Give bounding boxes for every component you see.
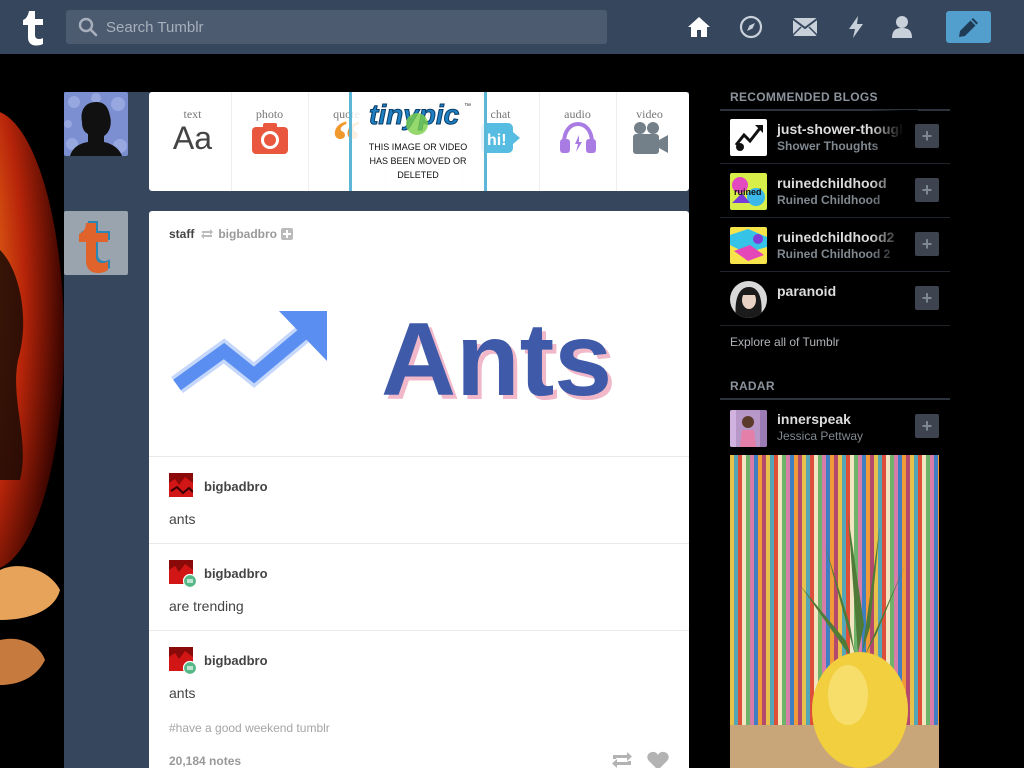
- hero-image-text-shadow: Ants: [381, 303, 612, 413]
- text-post-button[interactable]: text Aa: [154, 92, 231, 191]
- post-header: staff bigbadbro: [169, 227, 294, 241]
- reblog-entry: bigbadbro are trending: [149, 543, 689, 630]
- post-type-bar: text Aa photo quote “ link chat hi! audi…: [149, 92, 689, 191]
- blog-avatar[interactable]: ruined: [730, 173, 767, 210]
- search-icon: [78, 17, 98, 37]
- tumblr-logo-icon[interactable]: [18, 9, 48, 46]
- reblog-body-text: ants: [169, 685, 196, 701]
- like-heart-icon[interactable]: [647, 751, 669, 768]
- staff-avatar[interactable]: [64, 211, 128, 275]
- recommended-blog-row[interactable]: just-shower-though Shower Thoughts +: [720, 110, 950, 164]
- headphones-icon: [559, 121, 596, 153]
- reblog-author-link[interactable]: bigbadbro: [204, 566, 268, 581]
- blog-title: Ruined Childhood: [777, 193, 881, 207]
- reblog-icon: [201, 229, 214, 239]
- background-artwork: [0, 100, 64, 700]
- bigbadbro-avatar[interactable]: [169, 647, 198, 676]
- recommended-blog-row[interactable]: ruined ruinedchildhood Ruined Childhood …: [720, 164, 950, 218]
- recommended-blogs-heading: RECOMMENDED BLOGS: [730, 90, 878, 104]
- reblog-body-text: are trending: [169, 598, 244, 614]
- tinypic-message: THIS IMAGE OR VIDEO HAS BEEN MOVED OR DE…: [368, 142, 468, 180]
- home-icon[interactable]: [686, 14, 712, 40]
- svg-text:hi!: hi!: [487, 132, 507, 149]
- camera-icon: [251, 123, 288, 154]
- radar-blog-avatar[interactable]: [730, 410, 767, 447]
- blog-title: Shower Thoughts: [777, 139, 879, 153]
- chat-post-label: chat: [490, 107, 511, 121]
- right-sidebar: RECOMMENDED BLOGS just-shower-though Sho…: [720, 0, 950, 768]
- reblog-button-icon[interactable]: [611, 751, 633, 768]
- radar-blog-title: Jessica Pettway: [777, 429, 864, 443]
- photo-post-label: photo: [255, 107, 284, 121]
- video-post-button[interactable]: video: [611, 92, 688, 191]
- compose-button[interactable]: [946, 11, 991, 43]
- pencil-icon: [958, 18, 978, 37]
- radar-heading: RADAR: [730, 379, 775, 393]
- blog-avatar[interactable]: [730, 281, 767, 318]
- tinypic-placeholder: tinypic ™ THIS IMAGE OR VIDEO HAS BEEN M…: [349, 92, 487, 191]
- radar-blog-name[interactable]: innerspeak: [777, 411, 851, 427]
- search-input[interactable]: [106, 12, 586, 42]
- text-Aa-icon: Aa: [172, 120, 213, 156]
- audio-post-button[interactable]: audio: [539, 92, 616, 191]
- radar-blog-row[interactable]: innerspeak Jessica Pettway +: [720, 400, 950, 454]
- follow-button[interactable]: +: [915, 414, 939, 438]
- photo-post-button[interactable]: photo: [231, 92, 308, 191]
- follow-mini-button[interactable]: [281, 228, 294, 240]
- follow-button[interactable]: +: [915, 232, 939, 256]
- follow-button[interactable]: +: [915, 124, 939, 148]
- svg-text:™: ™: [464, 103, 471, 110]
- blog-avatar[interactable]: [730, 119, 767, 156]
- reblog-entry: bigbadbro ants: [149, 456, 689, 543]
- search-box[interactable]: [66, 10, 607, 44]
- trending-ants-image: Ants Ants: [169, 302, 669, 422]
- blog-name[interactable]: paranoid: [777, 283, 836, 299]
- text-post-label: text: [183, 107, 202, 121]
- tinypic-logo: tinypic ™: [369, 99, 471, 135]
- explore-link[interactable]: Explore all of Tumblr: [730, 335, 839, 349]
- bigbadbro-avatar[interactable]: [169, 560, 198, 589]
- post-footer: 20,184 notes: [169, 751, 669, 768]
- recommended-blog-row[interactable]: paranoid +: [720, 272, 950, 326]
- reblog-author-link[interactable]: bigbadbro: [204, 479, 268, 494]
- radar-post-image[interactable]: [730, 455, 939, 768]
- reblog-author-link[interactable]: bigbadbro: [204, 653, 268, 668]
- post-card: staff bigbadbro Ants Ants bigbadbro ants…: [149, 211, 689, 768]
- video-post-label: video: [636, 107, 663, 121]
- follow-button[interactable]: +: [915, 286, 939, 310]
- audio-post-label: audio: [564, 107, 591, 121]
- reblog-body-text: ants: [169, 511, 196, 527]
- reblogged-from-link[interactable]: bigbadbro: [218, 227, 277, 241]
- svg-text:ruined: ruined: [734, 187, 762, 197]
- reblog-entry: bigbadbro ants: [149, 630, 689, 717]
- post-tags[interactable]: #have a good weekend tumblr: [169, 721, 330, 735]
- post-author-link[interactable]: staff: [169, 227, 194, 241]
- recommended-blog-row[interactable]: ruinedchildhood2 Ruined Childhood 2 +: [720, 218, 950, 272]
- follow-button[interactable]: +: [915, 178, 939, 202]
- notes-count[interactable]: 20,184 notes: [169, 754, 241, 768]
- bigbadbro-avatar[interactable]: [169, 473, 194, 497]
- blog-avatar[interactable]: [730, 227, 767, 264]
- video-camera-icon: [632, 122, 668, 154]
- user-avatar[interactable]: [64, 92, 128, 156]
